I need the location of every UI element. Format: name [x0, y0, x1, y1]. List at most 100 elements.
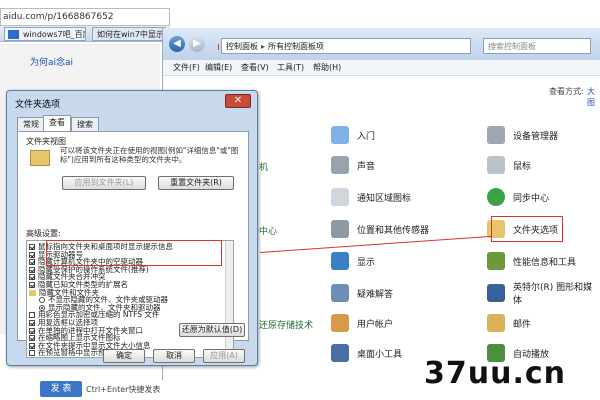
- hidden-files-highlight: [46, 240, 222, 266]
- view-by-value[interactable]: 大图: [587, 86, 600, 108]
- restore-defaults-button[interactable]: 还原为默认值(D): [179, 323, 245, 337]
- dialog-body: 文件夹视图 可以将该文件夹正在使用的视图(例如"详细信息"或"图标")应用到所有…: [17, 131, 249, 358]
- search-input[interactable]: 搜索控制面板: [483, 38, 591, 54]
- partial-item[interactable]: 中心: [259, 224, 277, 237]
- cp-item-label: 鼠标: [513, 161, 532, 172]
- partial-item[interactable]: 机: [259, 160, 268, 173]
- forward-icon[interactable]: ▶: [189, 36, 205, 52]
- reset-folders-button[interactable]: 重置文件夹(R): [158, 176, 234, 190]
- close-icon[interactable]: ✕: [225, 94, 251, 108]
- cp-item-user-accounts[interactable]: 用户帐户: [331, 312, 393, 334]
- checkbox-icon[interactable]: [29, 335, 35, 342]
- annotation-arrow: [218, 44, 219, 50]
- explorer-toolbar: ◀ ▶ 控制面板 ▸ 所有控制面板项 搜索控制面板: [163, 28, 600, 60]
- cp-item-mouse[interactable]: 鼠标: [487, 154, 531, 176]
- radio-icon[interactable]: [39, 297, 45, 304]
- user-icon: [331, 314, 349, 332]
- checkbox-icon[interactable]: [29, 327, 35, 334]
- menu-tools[interactable]: 工具(T): [277, 62, 304, 73]
- chevron-right-icon: ▸: [261, 42, 266, 51]
- mouse-icon: [487, 156, 505, 174]
- sensor-icon: [331, 220, 349, 238]
- apply-button[interactable]: 应用(A): [203, 349, 245, 363]
- cp-item-label: 声音: [357, 161, 376, 172]
- browser-url-bar[interactable]: aidu.com/p/1668867652: [0, 8, 170, 26]
- watermark-text: 37uu.cn: [424, 356, 566, 391]
- scrollbar[interactable]: [225, 241, 233, 357]
- checkbox-icon[interactable]: [29, 282, 35, 288]
- cp-item-label: 桌面小工具: [357, 349, 403, 360]
- menu-view[interactable]: 查看(V): [241, 62, 269, 73]
- tab-general[interactable]: 常规: [17, 117, 45, 131]
- browser-tab-bar: windows7吧_百度贴吧 如何在win7中显示被隐藏的: [0, 26, 170, 42]
- cp-item-getting-started[interactable]: 入门: [331, 124, 375, 146]
- sync-icon: [487, 188, 505, 206]
- device-manager-icon: [487, 126, 505, 144]
- performance-icon: [487, 252, 505, 270]
- browser-tab-active[interactable]: windows7吧_百度贴吧: [4, 27, 86, 41]
- cp-item-display[interactable]: 显示: [331, 250, 375, 272]
- speaker-icon: [331, 156, 349, 174]
- getting-started-icon: [331, 126, 349, 144]
- folder-views-description: 可以将该文件夹正在使用的视图(例如"详细信息"或"图标")应用到所有这种类型的文…: [60, 146, 239, 164]
- cp-item-location-sensors[interactable]: 位置和其他传感器: [331, 218, 429, 240]
- tab-view[interactable]: 查看: [43, 115, 71, 131]
- mail-icon: [487, 314, 505, 332]
- checkbox-icon[interactable]: [29, 312, 35, 319]
- cp-item-label: 入门: [357, 131, 376, 142]
- tieba-icon: [8, 30, 19, 39]
- cp-item-label: 性能信息和工具: [513, 257, 577, 268]
- checkbox-icon[interactable]: [29, 274, 35, 281]
- gadgets-icon: [331, 344, 349, 362]
- folder-icon: [29, 289, 36, 296]
- menu-file[interactable]: 文件(F): [173, 62, 200, 73]
- menu-edit[interactable]: 编辑(E): [205, 62, 232, 73]
- folder-options-dialog: 文件夹选项 ✕ 常规 查看 搜索 文件夹视图 可以将该文件夹正在使用的视图(例如…: [6, 90, 258, 366]
- cp-item-label: 疑难解答: [357, 289, 394, 300]
- cp-item-troubleshooting[interactable]: 疑难解答: [331, 282, 393, 304]
- back-icon[interactable]: ◀: [169, 36, 185, 52]
- post-hint: Ctrl+Enter快捷发表: [86, 385, 161, 394]
- checkbox-icon[interactable]: [29, 244, 35, 250]
- cancel-button[interactable]: 取消: [153, 349, 195, 363]
- cp-item-label: 邮件: [513, 319, 532, 330]
- checkbox-icon[interactable]: [29, 350, 35, 357]
- cp-item-notification-icons[interactable]: 通知区域图标: [331, 186, 411, 208]
- address-bar[interactable]: 控制面板 ▸ 所有控制面板项: [221, 38, 471, 54]
- cp-item-label: 位置和其他传感器: [357, 225, 430, 236]
- display-icon: [331, 252, 349, 270]
- cp-item-intel-graphics[interactable]: 英特尔(R) 图形和媒体: [487, 282, 600, 306]
- checkbox-icon[interactable]: [29, 342, 35, 349]
- cp-item-label: 显示: [357, 257, 376, 268]
- notification-icon: [331, 188, 349, 206]
- tab-search[interactable]: 搜索: [71, 117, 99, 131]
- menu-bar: 文件(F) 编辑(E) 查看(V) 工具(T) 帮助(H): [163, 60, 600, 76]
- address-segment[interactable]: 所有控制面板项: [268, 42, 324, 51]
- user-link[interactable]: 为何ai念ai: [30, 55, 73, 68]
- cp-item-device-manager[interactable]: 设备管理器: [487, 124, 558, 146]
- checkbox-icon[interactable]: [29, 251, 35, 258]
- cp-item-performance[interactable]: 性能信息和工具: [487, 250, 576, 272]
- cp-item-mail[interactable]: 邮件: [487, 312, 531, 334]
- post-button[interactable]: 发 表: [40, 381, 82, 397]
- view-by-label: 查看方式:: [549, 87, 584, 96]
- checkbox-icon[interactable]: [29, 259, 35, 266]
- menu-help[interactable]: 帮助(H): [313, 62, 341, 73]
- checkbox-icon[interactable]: [29, 266, 35, 273]
- cp-item-label: 同步中心: [513, 193, 550, 204]
- cp-item-gadgets[interactable]: 桌面小工具: [331, 342, 402, 364]
- cp-item-sound[interactable]: 声音: [331, 154, 375, 176]
- checkbox-icon[interactable]: [29, 320, 35, 326]
- cp-item-label: 设备管理器: [513, 131, 559, 142]
- apply-to-folders-button[interactable]: 应用到文件夹(L): [62, 176, 146, 190]
- folder-icon: [30, 150, 50, 166]
- cp-item-sync-center[interactable]: 同步中心: [487, 186, 549, 208]
- browser-tab-label: windows7吧_百度贴吧: [23, 30, 85, 39]
- cp-item-label: 通知区域图标: [357, 193, 412, 204]
- browser-tab[interactable]: 如何在win7中显示被隐藏的: [92, 27, 166, 41]
- ok-button[interactable]: 确定: [103, 349, 145, 363]
- dialog-title: 文件夹选项: [15, 100, 61, 110]
- partial-item[interactable]: 还原存储技术: [259, 318, 313, 331]
- address-segment[interactable]: 控制面板: [226, 42, 258, 51]
- troubleshoot-icon: [331, 284, 349, 302]
